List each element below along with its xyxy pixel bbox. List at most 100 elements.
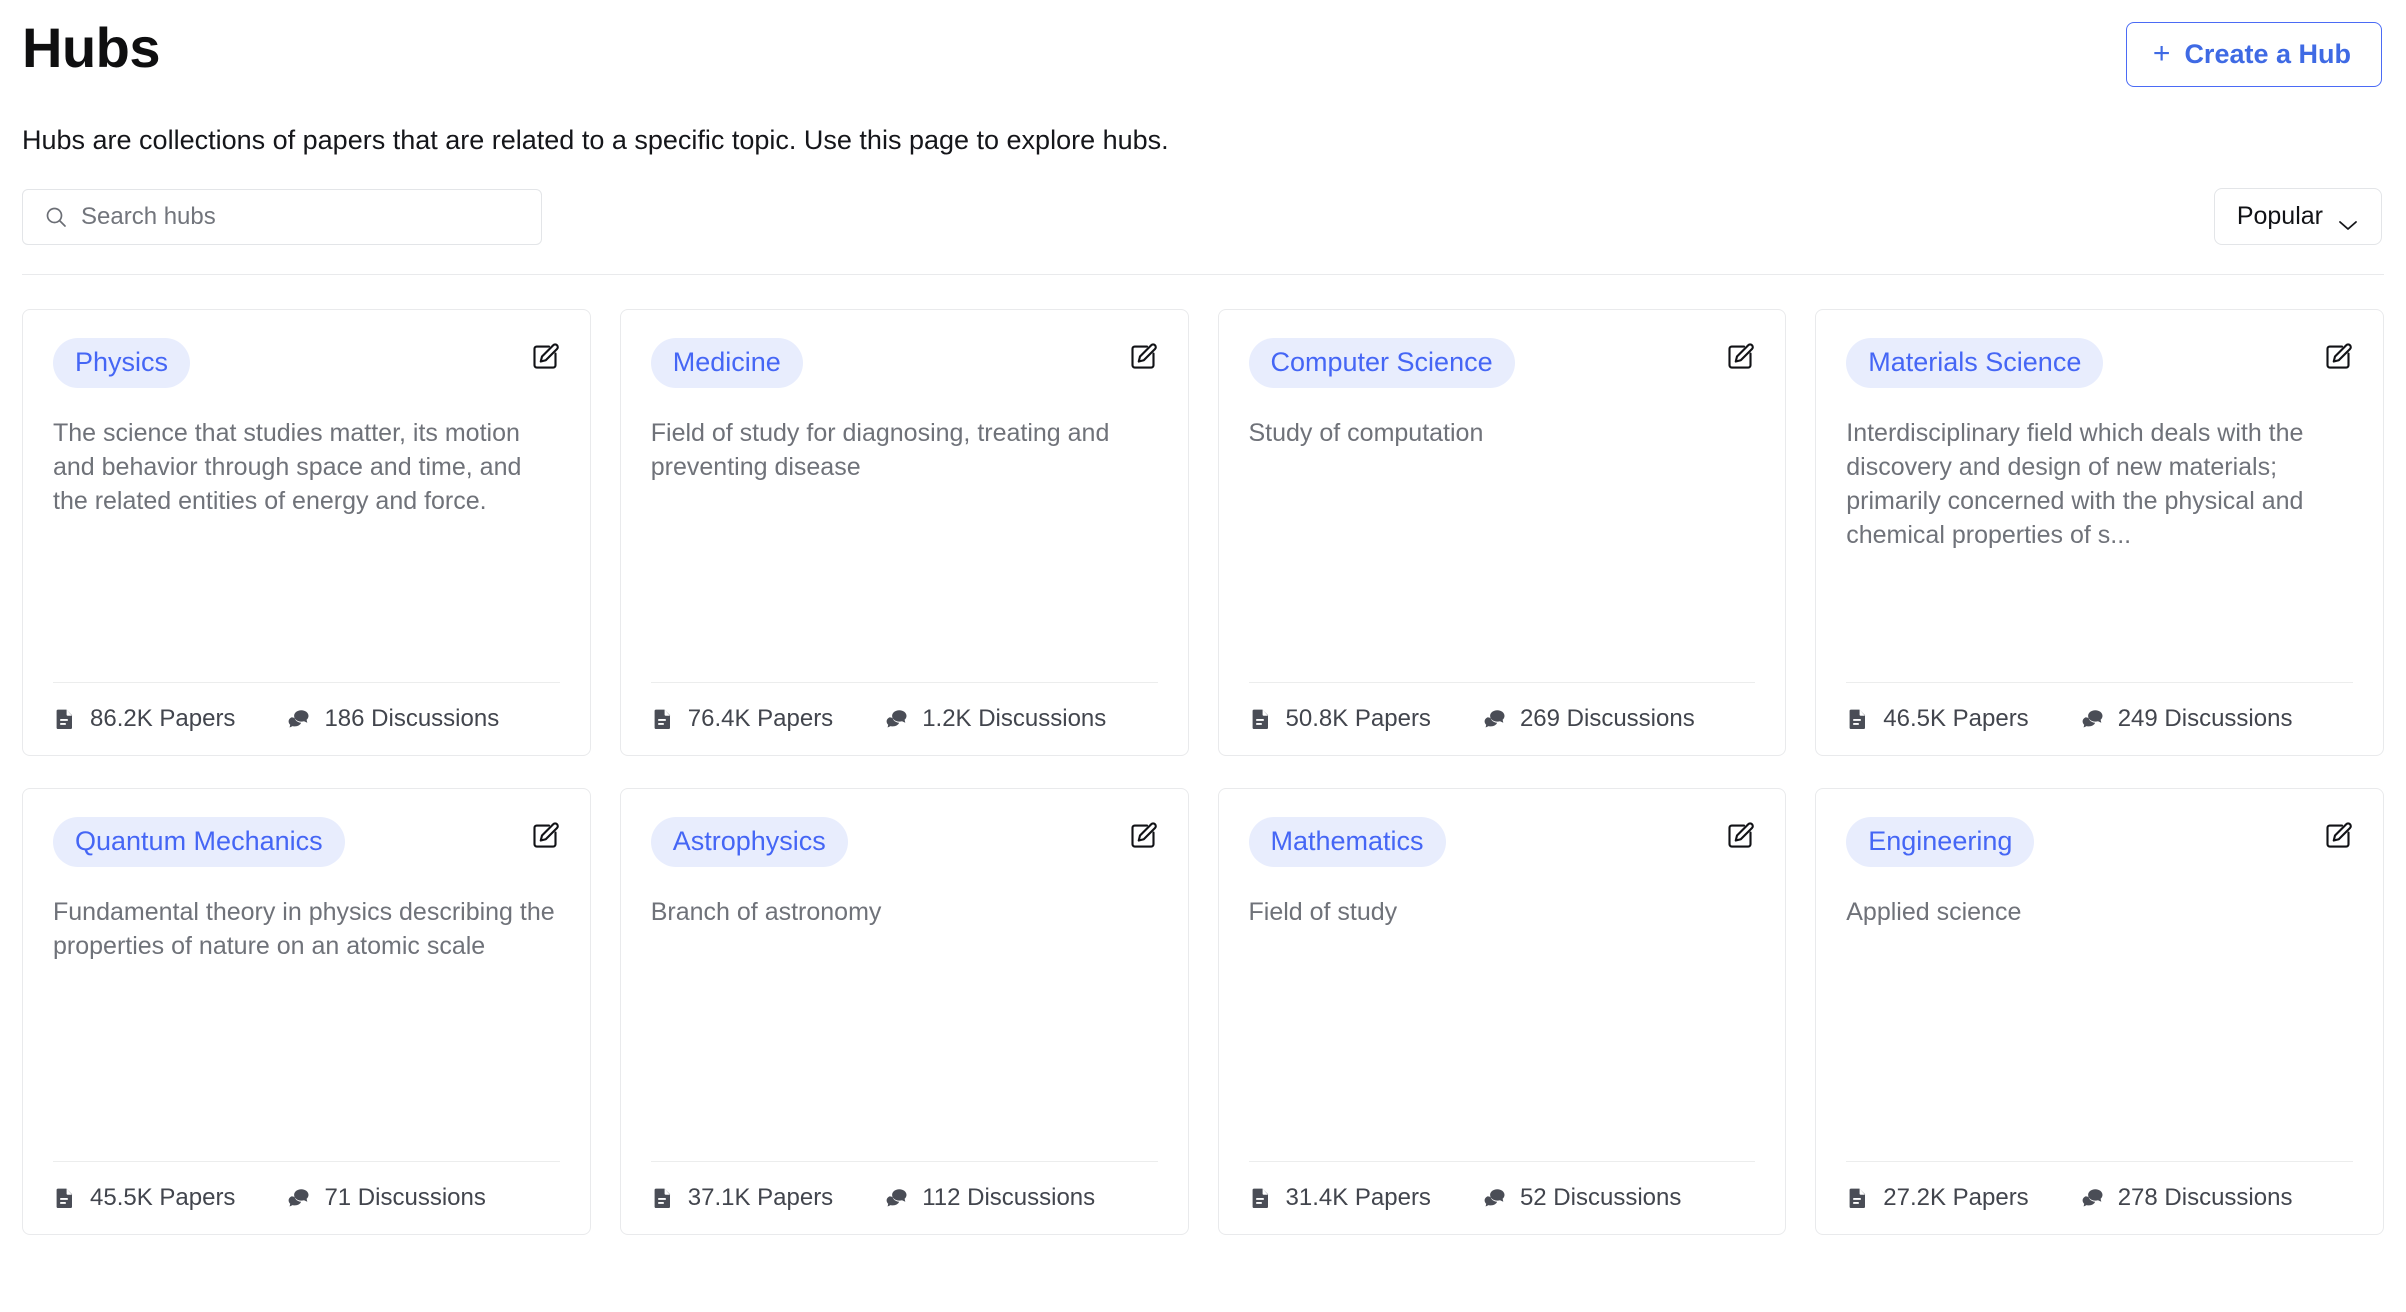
papers-stat: 31.4K Papers [1249,1184,1431,1212]
edit-hub-button[interactable] [2323,821,2353,851]
page-subtitle: Hubs are collections of papers that are … [22,123,2384,158]
hub-card[interactable]: Medicine Field of study for diagnosing, … [620,309,1189,756]
hub-name-tag[interactable]: Materials Science [1846,338,2103,388]
speech-bubbles-icon [1483,1186,1507,1210]
hub-card-grid: Physics The science that studies matter,… [22,309,2384,1235]
hub-card[interactable]: Quantum Mechanics Fundamental theory in … [22,788,591,1235]
search-input[interactable] [22,189,542,245]
hub-card-stats: 50.8K Papers 269 Discussions [1249,705,1756,733]
discussions-stat: 71 Discussions [287,1184,485,1212]
hub-name-tag[interactable]: Physics [53,338,190,388]
hub-card-divider [1249,682,1756,683]
hub-card[interactable]: Mathematics Field of study [1218,788,1787,1235]
hub-description: Applied science [1846,895,2353,1161]
hub-card-header: Engineering [1846,817,2353,867]
hub-name-tag[interactable]: Mathematics [1249,817,1446,867]
edit-hub-button[interactable] [1128,821,1158,851]
discussions-stat-label: 278 Discussions [2118,1184,2293,1212]
hub-card-stats: 31.4K Papers 52 Discussions [1249,1184,1756,1212]
edit-hub-button[interactable] [1725,342,1755,372]
papers-stat: 46.5K Papers [1846,705,2028,733]
speech-bubbles-icon [885,1186,909,1210]
hub-card[interactable]: Computer Science Study of computation [1218,309,1787,756]
speech-bubbles-icon [2081,707,2105,731]
hub-card-divider [1846,1161,2353,1162]
papers-stat: 50.8K Papers [1249,705,1431,733]
hub-card-divider [53,1161,560,1162]
discussions-stat-label: 71 Discussions [324,1184,485,1212]
speech-bubbles-icon [287,707,311,731]
create-hub-button[interactable]: + Create a Hub [2126,22,2382,87]
edit-hub-button[interactable] [530,821,560,851]
chevron-down-icon [2337,210,2359,224]
edit-hub-button[interactable] [530,342,560,372]
discussions-stat-label: 249 Discussions [2118,705,2293,733]
hub-card-divider [651,682,1158,683]
hub-card-stats: 45.5K Papers 71 Discussions [53,1184,560,1212]
hub-card-stats: 76.4K Papers 1.2K Discussions [651,705,1158,733]
create-hub-button-label: Create a Hub [2184,39,2351,70]
sort-dropdown[interactable]: Popular [2214,188,2382,245]
hub-name-tag[interactable]: Astrophysics [651,817,848,867]
document-icon [651,1186,675,1210]
hub-card-divider [1249,1161,1756,1162]
document-icon [53,707,77,731]
speech-bubbles-icon [287,1186,311,1210]
papers-stat: 76.4K Papers [651,705,833,733]
discussions-stat: 249 Discussions [2081,705,2293,733]
document-icon [1249,1186,1273,1210]
edit-pencil-square-icon [530,342,560,372]
hub-card-stats: 27.2K Papers 278 Discussions [1846,1184,2353,1212]
hub-card[interactable]: Astrophysics Branch of astronomy [620,788,1189,1235]
speech-bubbles-icon [1483,707,1507,731]
document-icon [1846,707,1870,731]
hub-description: Branch of astronomy [651,895,1158,1161]
papers-stat: 27.2K Papers [1846,1184,2028,1212]
edit-hub-button[interactable] [1128,342,1158,372]
page-header: Hubs + Create a Hub [22,0,2384,87]
hub-description: The science that studies matter, its mot… [53,416,560,682]
hub-card-stats: 86.2K Papers 186 Discussions [53,705,560,733]
hub-description: Fundamental theory in physics describing… [53,895,560,1161]
edit-pencil-square-icon [530,821,560,851]
hub-card-header: Medicine [651,338,1158,388]
discussions-stat: 112 Discussions [885,1184,1095,1212]
speech-bubbles-icon [2081,1186,2105,1210]
hub-description: Study of computation [1249,416,1756,682]
edit-pencil-square-icon [2323,342,2353,372]
hub-name-tag[interactable]: Quantum Mechanics [53,817,345,867]
hub-card-divider [1846,682,2353,683]
discussions-stat-label: 269 Discussions [1520,705,1695,733]
speech-bubbles-icon [885,707,909,731]
hub-card[interactable]: Engineering Applied science [1815,788,2384,1235]
papers-stat-label: 50.8K Papers [1286,705,1431,733]
hub-description: Field of study [1249,895,1756,1161]
document-icon [53,1186,77,1210]
hub-card-stats: 46.5K Papers 249 Discussions [1846,705,2353,733]
papers-stat-label: 31.4K Papers [1286,1184,1431,1212]
hub-name-tag[interactable]: Computer Science [1249,338,1515,388]
sort-dropdown-label: Popular [2237,202,2323,231]
hub-card-header: Mathematics [1249,817,1756,867]
edit-hub-button[interactable] [2323,342,2353,372]
discussions-stat-label: 1.2K Discussions [922,705,1106,733]
papers-stat-label: 27.2K Papers [1883,1184,2028,1212]
hub-name-tag[interactable]: Engineering [1846,817,2034,867]
hub-description: Field of study for diagnosing, treating … [651,416,1158,682]
papers-stat: 86.2K Papers [53,705,235,733]
edit-hub-button[interactable] [1725,821,1755,851]
hub-card-header: Astrophysics [651,817,1158,867]
hub-card[interactable]: Materials Science Interdisciplinary fiel… [1815,309,2384,756]
papers-stat-label: 76.4K Papers [688,705,833,733]
edit-pencil-square-icon [1128,821,1158,851]
hub-card-header: Physics [53,338,560,388]
hub-card-divider [53,682,560,683]
hub-name-tag[interactable]: Medicine [651,338,803,388]
papers-stat: 45.5K Papers [53,1184,235,1212]
discussions-stat: 186 Discussions [287,705,499,733]
hub-card[interactable]: Physics The science that studies matter,… [22,309,591,756]
hub-card-header: Materials Science [1846,338,2353,388]
discussions-stat: 278 Discussions [2081,1184,2293,1212]
document-icon [651,707,675,731]
hub-card-stats: 37.1K Papers 112 Discussions [651,1184,1158,1212]
